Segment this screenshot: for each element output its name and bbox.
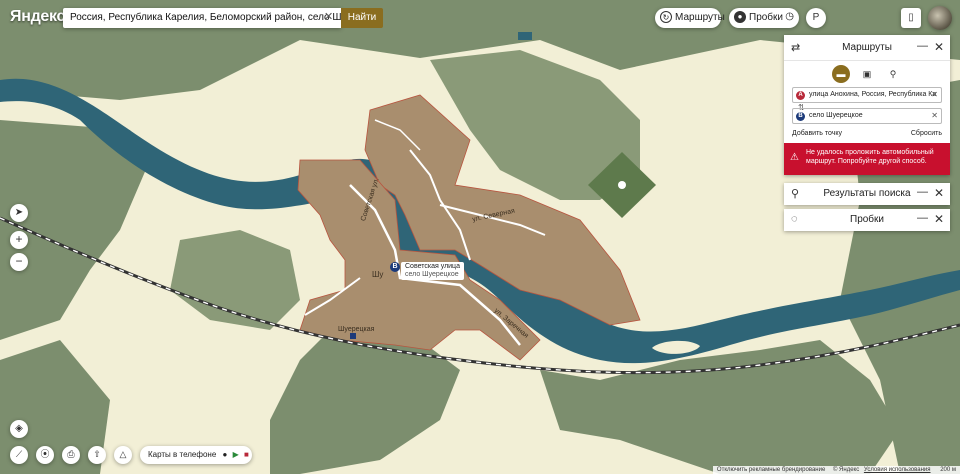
locate-icon[interactable]: ➤ bbox=[10, 204, 28, 222]
routes-button-label: Маршруты bbox=[675, 12, 725, 23]
routes-panel-header: ⇄ Маршруты — ✕ bbox=[784, 35, 950, 61]
bookmark-icon[interactable]: ▯ bbox=[901, 8, 921, 28]
apple-icon: ● bbox=[222, 450, 228, 459]
map-label-station: Шуерецкая bbox=[338, 326, 375, 333]
map-label-place: Шу bbox=[372, 270, 384, 279]
google-play-icon: ▶ bbox=[232, 450, 239, 459]
bus-mode-icon[interactable]: ▣ bbox=[858, 65, 876, 83]
station-icon bbox=[350, 333, 356, 339]
warning-icon: ⚠ bbox=[790, 152, 799, 163]
close-icon[interactable]: ✕ bbox=[934, 40, 944, 54]
waypoint-a-badge: A bbox=[796, 91, 805, 100]
terms-link[interactable]: Условия использования bbox=[864, 467, 931, 473]
layers-icon[interactable]: ◈ bbox=[10, 420, 28, 438]
parking-icon[interactable]: P bbox=[806, 8, 826, 28]
report-icon[interactable]: △ bbox=[114, 446, 132, 464]
panorama-icon[interactable]: ⦿ bbox=[36, 446, 54, 464]
minimize-icon[interactable]: — bbox=[917, 186, 928, 198]
waypoint-b-badge: B bbox=[796, 112, 805, 121]
traffic-panel-header: ◌ Пробки — ✕ bbox=[784, 209, 950, 231]
reset-link[interactable]: Сбросить bbox=[911, 130, 942, 137]
traffic-button-label: Пробки bbox=[749, 12, 783, 23]
marker-tooltip: Советская улица село Шуерецкое bbox=[401, 262, 464, 280]
route-error-banner: ⚠ Не удалось проложить автомобильный мар… bbox=[784, 143, 950, 175]
clock-icon[interactable]: ◷ bbox=[785, 11, 794, 22]
memorial-icon bbox=[618, 181, 626, 189]
route-error-text: Не удалось проложить автомобильный маршр… bbox=[806, 149, 934, 165]
transport-modes: ▬ ▣ ⚲ bbox=[784, 61, 950, 87]
clear-search-icon[interactable]: ✕ bbox=[324, 10, 333, 23]
scale-bar: 200 м bbox=[940, 467, 956, 473]
print-icon[interactable]: ⎙ bbox=[62, 446, 80, 464]
lake bbox=[518, 32, 532, 40]
map-footer: Отключить рекламные брендирование © Янде… bbox=[712, 466, 960, 474]
car-mode-icon[interactable]: ▬ bbox=[832, 65, 850, 83]
copyright: © Яндекс bbox=[832, 467, 860, 473]
avatar[interactable] bbox=[928, 6, 952, 30]
ruler-icon[interactable]: ⟋ bbox=[10, 446, 28, 464]
route-marker-b[interactable]: B bbox=[390, 262, 400, 272]
clear-waypoint-b-icon[interactable]: ✕ bbox=[931, 111, 938, 120]
zoom-out-button[interactable]: − bbox=[10, 253, 28, 271]
walk-mode-icon[interactable]: ⚲ bbox=[884, 65, 902, 83]
traffic-button[interactable]: ● Пробки ◷ bbox=[729, 8, 799, 28]
phone-label: Карты в телефоне bbox=[148, 450, 217, 459]
add-point-link[interactable]: Добавить точку bbox=[792, 130, 842, 137]
waypoint-a-value: улица Анохина, Россия, Республика Ка bbox=[809, 91, 937, 98]
share-icon[interactable]: ⇧ bbox=[88, 446, 106, 464]
windows-icon: ■ bbox=[243, 450, 249, 459]
marker-b-badge: B bbox=[390, 262, 400, 272]
marker-line1: Советская улица bbox=[405, 263, 460, 270]
zoom-in-button[interactable]: + bbox=[10, 231, 28, 249]
close-icon[interactable]: ✕ bbox=[934, 212, 944, 226]
waypoint-a-field[interactable]: A улица Анохина, Россия, Республика Ка ✕ bbox=[792, 87, 942, 103]
mobile-apps-button[interactable]: Карты в телефоне ● ▶ ■ bbox=[140, 446, 252, 464]
traffic-icon: ● bbox=[734, 11, 746, 23]
search-results-panel[interactable]: ⚲ Результаты поиска — ✕ bbox=[784, 183, 950, 205]
minimize-icon[interactable]: — bbox=[917, 40, 928, 52]
disable-ads-link[interactable]: Отключить рекламные брендирование bbox=[717, 467, 825, 473]
routes-button[interactable]: ↻ Маршруты bbox=[655, 8, 725, 28]
search-results-header: ⚲ Результаты поиска — ✕ bbox=[784, 183, 950, 205]
traffic-panel[interactable]: ◌ Пробки — ✕ bbox=[784, 209, 950, 231]
waypoint-b-value: село Шуерецкое bbox=[809, 112, 863, 119]
search-button[interactable]: Найти bbox=[341, 8, 383, 28]
search-input[interactable]: Россия, Республика Карелия, Беломорский … bbox=[63, 8, 341, 28]
clear-waypoint-a-icon[interactable]: ✕ bbox=[931, 90, 938, 99]
routes-panel: ⇄ Маршруты — ✕ ▬ ▣ ⚲ A улица Анохина, Ро… bbox=[784, 35, 950, 175]
marker-line2: село Шуерецкое bbox=[405, 271, 459, 278]
close-icon[interactable]: ✕ bbox=[934, 186, 944, 200]
minimize-icon[interactable]: — bbox=[917, 212, 928, 224]
route-icon: ↻ bbox=[660, 11, 672, 23]
yandex-logo[interactable]: Яндекс bbox=[10, 8, 65, 26]
waypoint-b-field[interactable]: B село Шуерецкое ✕ bbox=[792, 108, 942, 124]
